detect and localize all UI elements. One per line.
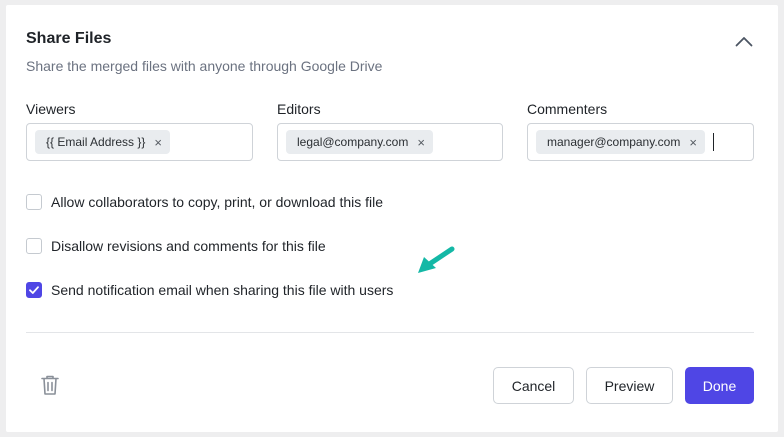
option-allow-copy[interactable]: Allow collaborators to copy, print, or d… xyxy=(26,194,383,210)
viewers-chip: {{ Email Address }} × xyxy=(35,130,170,154)
checkmark-icon xyxy=(29,286,39,294)
viewers-input[interactable]: {{ Email Address }} × xyxy=(26,123,253,161)
panel-title: Share Files xyxy=(26,30,112,47)
send-notification-checkbox[interactable] xyxy=(26,282,42,298)
editors-label: Editors xyxy=(277,101,321,117)
footer-divider xyxy=(26,332,754,333)
disallow-revisions-checkbox[interactable] xyxy=(26,238,42,254)
option-disallow-revisions[interactable]: Disallow revisions and comments for this… xyxy=(26,238,326,254)
editors-chip-remove-button[interactable]: × xyxy=(417,136,425,149)
option-send-notification[interactable]: Send notification email when sharing thi… xyxy=(26,282,393,298)
allow-copy-label: Allow collaborators to copy, print, or d… xyxy=(51,194,384,210)
commenters-chip-text: manager@company.com xyxy=(547,135,681,149)
done-button[interactable]: Done xyxy=(685,367,754,404)
commenters-label: Commenters xyxy=(527,101,608,117)
editors-chip-text: legal@company.com xyxy=(297,135,409,149)
share-files-panel: Share Files Share the merged files with … xyxy=(6,5,778,432)
disallow-revisions-label: Disallow revisions and comments for this… xyxy=(51,238,326,254)
trash-icon xyxy=(41,375,59,395)
editors-input[interactable]: legal@company.com × xyxy=(277,123,503,161)
arrow-icon xyxy=(418,246,455,273)
text-cursor xyxy=(712,133,714,151)
delete-button[interactable] xyxy=(40,374,60,396)
send-notification-label: Send notification email when sharing thi… xyxy=(51,282,394,298)
collapse-button[interactable] xyxy=(732,31,756,51)
commenters-chip: manager@company.com × xyxy=(536,130,705,154)
chevron-up-icon xyxy=(735,36,753,46)
viewers-label: Viewers xyxy=(26,101,76,117)
commenters-chip-remove-button[interactable]: × xyxy=(689,136,697,149)
viewers-chip-remove-button[interactable]: × xyxy=(154,136,162,149)
viewers-chip-text: {{ Email Address }} xyxy=(46,135,146,149)
cancel-button[interactable]: Cancel xyxy=(493,367,574,404)
editors-chip: legal@company.com × xyxy=(286,130,433,154)
preview-button[interactable]: Preview xyxy=(586,367,673,404)
allow-copy-checkbox[interactable] xyxy=(26,194,42,210)
panel-subtitle: Share the merged files with anyone throu… xyxy=(26,58,383,74)
commenters-input[interactable]: manager@company.com × xyxy=(527,123,754,161)
